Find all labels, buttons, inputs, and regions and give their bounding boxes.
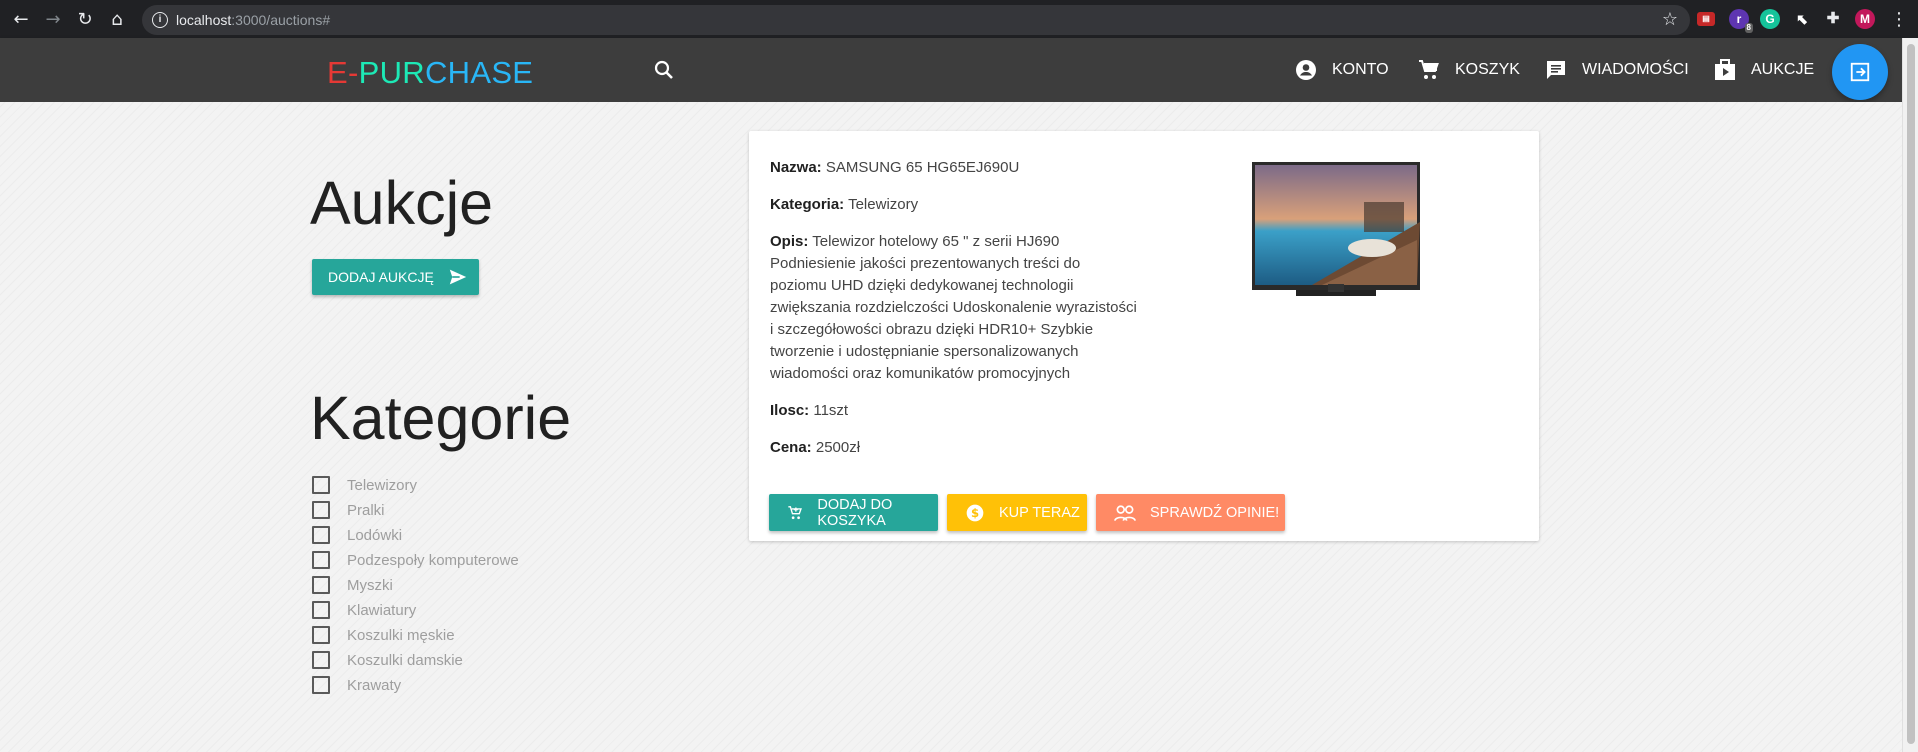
category-item[interactable]: Podzespoły komputerowe xyxy=(312,550,519,570)
bookmark-star-icon[interactable]: ☆ xyxy=(1662,9,1678,30)
svg-text:$: $ xyxy=(971,506,979,520)
forward-icon[interactable]: → xyxy=(42,9,64,31)
product-price-row: Cena: 2500zł xyxy=(770,439,861,456)
product-quantity: 11szt xyxy=(813,402,849,419)
scrollbar-thumb[interactable] xyxy=(1907,44,1915,744)
logout-icon xyxy=(1850,62,1870,82)
message-icon xyxy=(1547,61,1565,79)
category-item[interactable]: Telewizory xyxy=(312,475,417,495)
app-header: E-PURCHASE KONTO KOSZYK WIADOMOŚCI AUKCJ… xyxy=(0,38,1902,102)
category-checkbox[interactable] xyxy=(312,501,330,519)
category-checkbox[interactable] xyxy=(312,676,330,694)
page-title: Aukcje xyxy=(310,169,494,237)
logout-button[interactable] xyxy=(1832,44,1888,100)
browser-menu-icon[interactable]: ⋮ xyxy=(1888,9,1910,31)
product-name-row: Nazwa: SAMSUNG 65 HG65EJ690U xyxy=(770,159,1020,176)
category-label: Myszki xyxy=(347,576,393,594)
category-label: Pralki xyxy=(347,501,385,519)
check-reviews-button[interactable]: SPRAWDŹ OPINIE! xyxy=(1096,494,1285,531)
category-label: Koszulki damskie xyxy=(347,651,463,669)
buy-now-button[interactable]: $ KUP TERAZ xyxy=(947,494,1087,531)
reload-icon[interactable]: ↻ xyxy=(74,9,96,31)
people-icon xyxy=(1114,504,1136,521)
product-category-row: Kategoria: Telewizory xyxy=(770,196,919,213)
check-reviews-label: SPRAWDŹ OPINIE! xyxy=(1150,504,1280,521)
puzzle-icon[interactable]: ✚ xyxy=(1823,9,1843,29)
category-item[interactable]: Klawiatury xyxy=(312,600,416,620)
pdf-extension-icon[interactable]: ▤ xyxy=(1697,12,1715,26)
category-label: Koszulki męskie xyxy=(347,626,455,644)
account-circle-icon xyxy=(1296,60,1316,80)
search-icon[interactable] xyxy=(652,58,676,82)
add-cart-icon xyxy=(788,505,802,519)
category-checkbox[interactable] xyxy=(312,651,330,669)
nav-messages-label: WIADOMOŚCI xyxy=(1582,61,1689,78)
categories-title: Kategorie xyxy=(310,384,572,452)
category-label: Klawiatury xyxy=(347,601,417,619)
category-item[interactable]: Lodówki xyxy=(312,525,402,545)
r-extension-icon[interactable]: r8 xyxy=(1729,9,1753,33)
home-icon[interactable]: ⌂ xyxy=(106,9,128,31)
product-price: 2500zł xyxy=(815,439,861,456)
add-auction-label: DODAJ AUKCJĘ xyxy=(328,269,434,285)
send-icon xyxy=(449,269,466,285)
category-checkbox[interactable] xyxy=(312,551,330,569)
add-to-cart-label: DODAJ DO KOSZYKA xyxy=(817,496,893,529)
nav-cart[interactable]: KOSZYK xyxy=(1417,58,1520,82)
category-item[interactable]: Pralki xyxy=(312,500,385,520)
product-description-row: Opis: Telewizor hotelowy 65 " z serii HJ… xyxy=(770,233,1137,382)
logo[interactable]: E-PURCHASE xyxy=(327,55,533,91)
profile-avatar-icon[interactable]: M xyxy=(1855,9,1875,29)
shop-icon xyxy=(1715,59,1735,80)
product-name: SAMSUNG 65 HG65EJ690U xyxy=(825,159,1020,176)
browser-toolbar: ← → ↻ ⌂ i localhost:3000/auctions# ☆ ▤ r… xyxy=(0,0,1918,38)
cart-icon xyxy=(1419,60,1439,79)
grammarly-icon[interactable]: G xyxy=(1760,9,1780,29)
category-label: Lodówki xyxy=(347,526,403,544)
category-checkbox[interactable] xyxy=(312,626,330,644)
url-text[interactable]: localhost:3000/auctions# xyxy=(176,12,330,28)
category-item[interactable]: Myszki xyxy=(312,575,393,595)
category-checkbox[interactable] xyxy=(312,601,330,619)
mouse-extension-icon[interactable]: ⬉ xyxy=(1792,9,1812,29)
auction-card: Nazwa: SAMSUNG 65 HG65EJ690U Kategoria: … xyxy=(749,131,1539,541)
add-to-cart-button[interactable]: DODAJ DO KOSZYKA xyxy=(769,494,938,531)
category-label: Krawaty xyxy=(347,676,402,694)
category-checkbox[interactable] xyxy=(312,476,330,494)
product-description: Telewizor hotelowy 65 " z serii HJ690 Po… xyxy=(770,233,1137,382)
category-item[interactable]: Krawaty xyxy=(312,675,401,695)
category-item[interactable]: Koszulki męskie xyxy=(312,625,455,645)
page-scrollbar[interactable] xyxy=(1902,38,1918,752)
nav-messages[interactable]: WIADOMOŚCI xyxy=(1544,58,1689,82)
category-item[interactable]: Koszulki damskie xyxy=(312,650,463,670)
site-info-icon[interactable]: i xyxy=(152,12,168,28)
address-bar[interactable]: i localhost:3000/auctions# ☆ xyxy=(142,5,1690,35)
nav-account-label: KONTO xyxy=(1332,61,1389,78)
category-checkbox[interactable] xyxy=(312,526,330,544)
product-quantity-row: Ilosc: 11szt xyxy=(770,402,849,419)
nav-auctions-label: AUKCJE xyxy=(1751,61,1815,78)
back-icon[interactable]: ← xyxy=(10,9,32,31)
product-category: Telewizory xyxy=(848,196,919,213)
category-label: Podzespoły komputerowe xyxy=(347,551,519,569)
buy-now-label: KUP TERAZ xyxy=(999,504,1080,521)
dollar-icon: $ xyxy=(966,504,984,521)
nav-cart-label: KOSZYK xyxy=(1455,61,1520,78)
product-image[interactable] xyxy=(1252,162,1420,298)
nav-account[interactable]: KONTO xyxy=(1294,58,1389,82)
add-auction-button[interactable]: DODAJ AUKCJĘ xyxy=(312,259,479,295)
category-checkbox[interactable] xyxy=(312,576,330,594)
category-label: Telewizory xyxy=(347,476,418,494)
nav-auctions[interactable]: AUKCJE xyxy=(1713,58,1814,82)
